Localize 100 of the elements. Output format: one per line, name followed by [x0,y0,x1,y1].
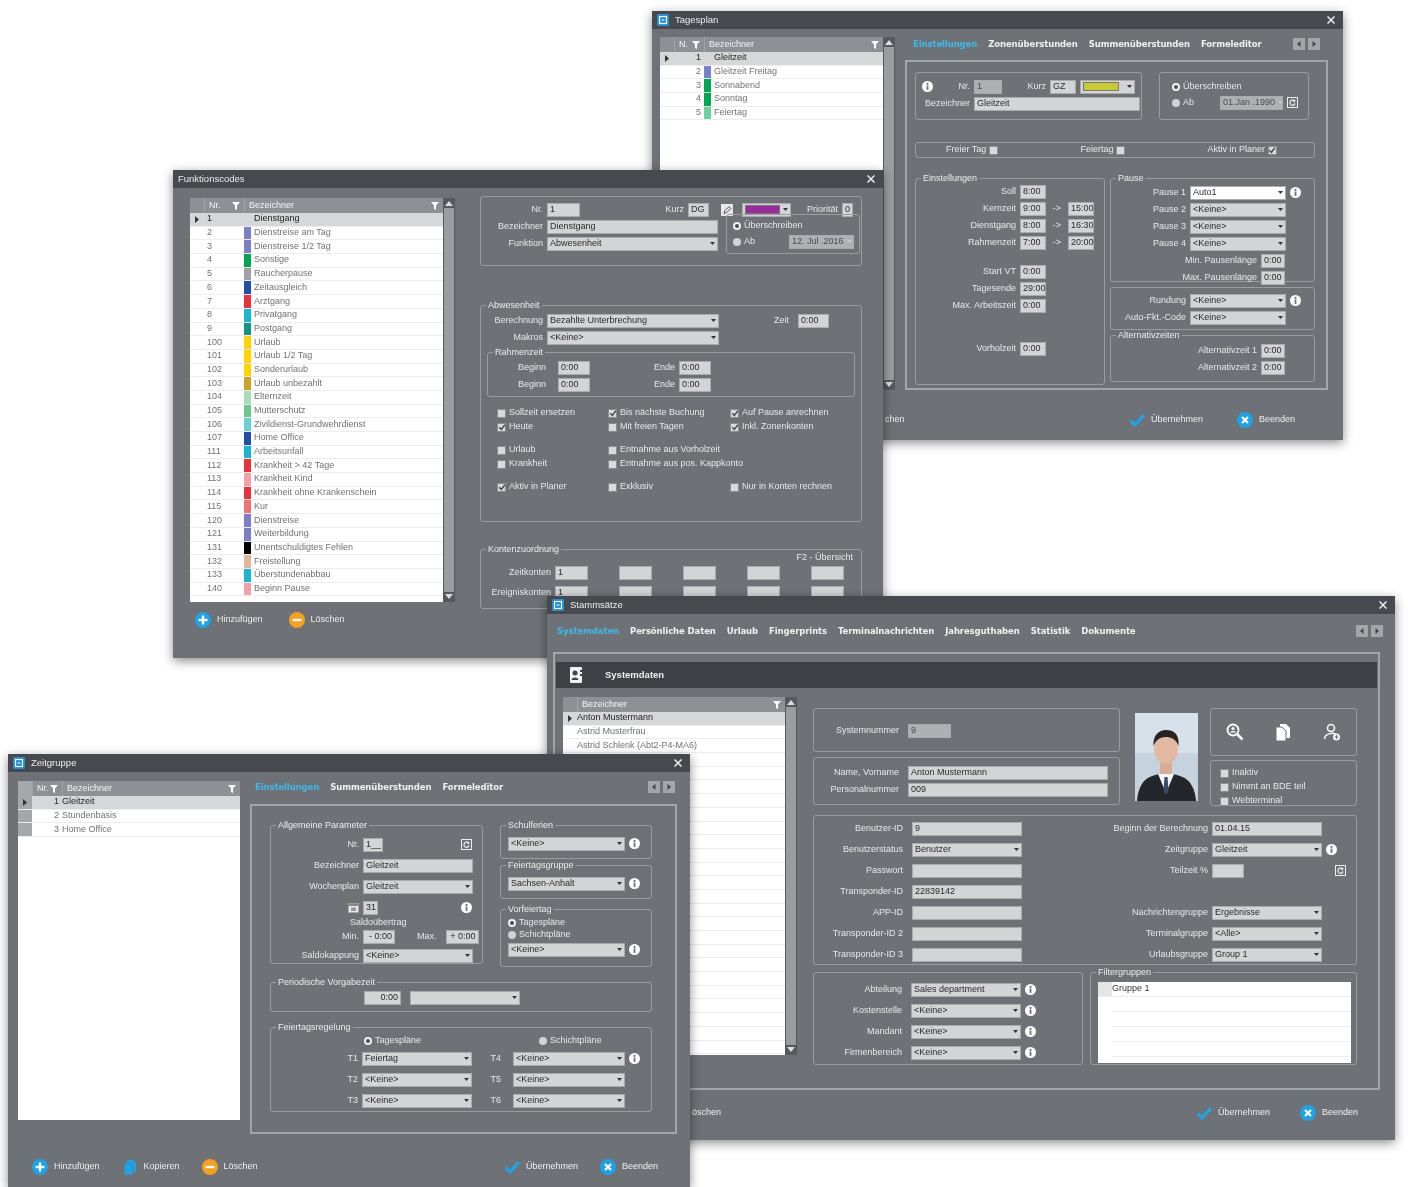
grid-row[interactable]: 1 Gleitzeit [660,52,883,66]
dropdown[interactable]: Sachsen-Anhalt [508,876,625,891]
checkbox[interactable] [497,459,506,469]
grid-row[interactable]: 121 Weiterbildung [190,527,443,542]
dropdown[interactable]: Sales department [911,982,1021,997]
reset-icon[interactable] [1287,97,1298,108]
text-field[interactable]: 8:00 [1020,218,1046,233]
radio-button[interactable] [733,222,741,230]
info-icon[interactable] [461,902,472,913]
dropdown[interactable]: <Keine> [508,942,625,957]
tab[interactable]: Formeleditor [442,782,504,792]
checkbox[interactable] [989,145,999,155]
grid-row[interactable]: 140 Beginn Pause [190,582,443,597]
grid-row[interactable]: Astrid Schlenk (Abt2-P4-MA6) [563,739,785,754]
radio-button[interactable] [733,237,741,246]
tab[interactable]: Dokumente [1081,626,1136,636]
text-field[interactable]: 0:00 [1261,270,1285,285]
grid-row[interactable]: 112 Krankheit > 42 Tage [190,459,443,474]
filter-icon[interactable] [228,784,236,793]
close-icon[interactable] [1327,16,1335,24]
documents-icon[interactable] [1274,723,1293,741]
up-arrow-icon[interactable] [787,699,795,705]
grid-row[interactable]: 7 Arztgang [190,295,443,309]
grid-row[interactable]: 115 Kur [190,500,443,515]
text-field[interactable]: 0:00 [1261,253,1285,268]
radio-button[interactable] [1172,98,1180,107]
grid-row[interactable]: 101 Urlaub 1/2 Tag [190,349,443,364]
dropdown[interactable]: <Keine> [911,1003,1021,1018]
radio-button[interactable] [508,931,516,939]
info-icon[interactable] [629,1053,640,1064]
dropdown[interactable]: Ergebnisse [1212,905,1322,920]
checkbox[interactable] [608,445,617,455]
info-icon[interactable] [1025,1047,1036,1058]
down-arrow-icon[interactable] [445,594,453,600]
grid-row[interactable]: 3 Home Office [18,823,240,838]
text-field[interactable]: 0:00 [679,377,712,392]
tab[interactable]: Zonenüberstunden [988,39,1078,49]
text-field[interactable] [747,566,780,580]
grid-row[interactable]: 9 Postgang [190,322,443,337]
text-field[interactable]: GZ [1050,79,1076,94]
copy-button[interactable]: Kopieren [121,1159,180,1175]
button-text[interactable]: öschen [692,1108,722,1118]
grid-row[interactable]: Astrid Musterfrau [563,725,785,740]
dropdown[interactable]: <Keine> [1190,219,1286,234]
apply-button[interactable]: Übernehmen [1195,1105,1270,1121]
text-field[interactable]: + 0:00 [445,929,479,944]
grid-row[interactable]: 102 Sonderurlaub [190,363,443,378]
reset-icon[interactable] [1335,865,1346,876]
text-field[interactable]: 0:00 [558,377,590,392]
checkbox[interactable] [608,459,617,469]
exit-button[interactable]: Beenden [1236,412,1295,428]
grid-row[interactable]: 2 Stundenbasis [18,809,240,824]
grid-row[interactable]: 133 Überstundenabbau [190,568,443,583]
text-field[interactable]: Gleitzeit [363,858,473,873]
dropdown[interactable]: <Keine> [363,948,473,963]
text-field[interactable]: 0:00 [798,313,829,328]
text-field[interactable]: Anton Mustermann [908,765,1108,780]
up-arrow-icon[interactable] [885,39,893,45]
close-icon[interactable] [674,759,682,767]
text-field[interactable] [683,566,716,580]
tab[interactable]: Formeleditor [1200,39,1262,49]
filter-icon[interactable] [692,40,700,49]
checkbox[interactable] [1220,796,1229,806]
info-icon[interactable] [1025,1026,1036,1037]
info-icon[interactable] [1290,295,1301,306]
grid-row[interactable]: 8 Privatgang [190,308,443,323]
text-field[interactable]: 1 [555,566,588,580]
grid-row[interactable]: 2 Dienstreise am Tag [190,226,443,241]
info-icon[interactable] [1025,1005,1036,1016]
calendar-icon[interactable] [348,902,359,913]
color-dropdown[interactable] [1080,79,1135,94]
text-field[interactable]: 0:00 [1020,264,1046,279]
info-icon[interactable] [1025,984,1036,995]
dropdown[interactable]: Group 1 [1212,947,1322,962]
grid-row[interactable]: 107 Home Office [190,432,443,446]
radio-button[interactable] [508,919,516,927]
checkbox[interactable] [730,422,739,432]
text-field[interactable] [811,566,844,580]
text-field[interactable]: Gleitzeit [974,96,1140,111]
radio-button[interactable] [364,1037,372,1045]
tab[interactable]: Persönliche Daten [630,626,716,636]
grid-row[interactable]: 131 Unentschuldigtes Fehlen [190,541,443,556]
dropdown[interactable]: <Keine> [1190,202,1286,217]
text-field[interactable]: 0:00 [1261,343,1285,358]
reset-icon[interactable] [461,839,472,850]
text-field[interactable]: 31 [363,900,378,915]
grid-row[interactable]: 104 Elternzeit [190,390,443,405]
checkbox[interactable] [608,422,617,432]
text-field[interactable]: 0:00 [1020,298,1046,313]
text-field[interactable] [1212,863,1244,878]
text-field[interactable]: 20:00 [1068,235,1094,250]
grid-row[interactable]: 106 Zivildienst-Grundwehrdienst [190,418,443,432]
grid-row[interactable]: 3 Sonnabend [660,79,883,94]
text-field[interactable]: 15:00 [1068,201,1094,216]
text-field[interactable]: 9:00 [1020,201,1046,216]
grid-row[interactable]: 132 Freistellung [190,555,443,569]
info-icon[interactable] [629,878,640,889]
filter-icon[interactable] [871,40,879,49]
info-icon[interactable] [629,838,640,849]
checkbox[interactable] [1220,782,1229,792]
